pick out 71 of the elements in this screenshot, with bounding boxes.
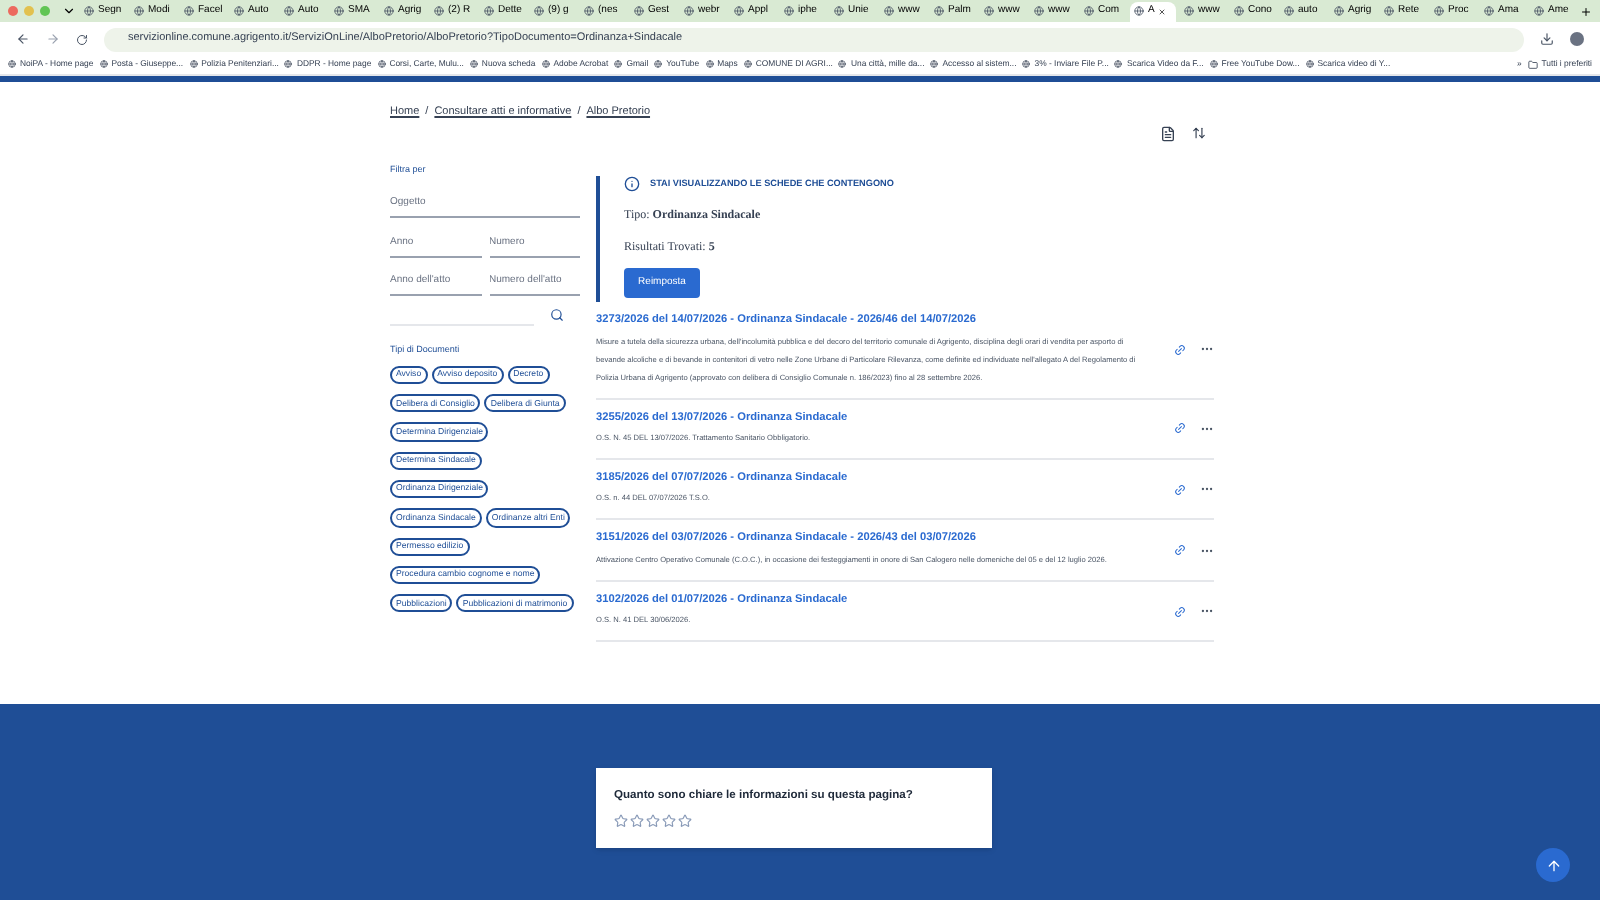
star-icon[interactable] [678, 813, 692, 828]
favicon-icon [484, 6, 494, 16]
favicon-icon [684, 6, 694, 16]
star-icon[interactable] [614, 813, 628, 828]
star-icon[interactable] [630, 813, 644, 828]
favicon-icon [1434, 6, 1444, 16]
favicon-icon [434, 6, 444, 16]
favicon-icon [734, 6, 744, 16]
link-icon[interactable] [1171, 341, 1189, 359]
favicon-icon [584, 6, 594, 16]
link-icon[interactable] [1171, 541, 1189, 559]
favicon-icon [234, 6, 244, 16]
search-icon[interactable] [550, 308, 564, 322]
favicon-icon [984, 6, 994, 16]
favicon-icon [541, 60, 550, 69]
favicon-icon [84, 6, 94, 16]
avatar-icon[interactable] [1570, 32, 1584, 46]
back-to-top-button[interactable] [1536, 848, 1570, 882]
favicon-icon [934, 6, 944, 16]
favicon-icon [743, 60, 752, 69]
favicon-icon [705, 60, 714, 69]
more-icon[interactable] [1200, 604, 1214, 618]
favicon-icon [284, 60, 293, 69]
favicon-icon [99, 60, 108, 69]
favicon-icon [377, 60, 386, 69]
arrow-up-icon [1545, 857, 1561, 873]
reload-icon[interactable] [76, 33, 88, 45]
favicon-icon [1022, 60, 1031, 69]
favicon-icon [838, 60, 847, 69]
favicon-icon [534, 6, 544, 16]
folder-icon [1527, 59, 1538, 70]
new-tab-icon[interactable] [1580, 5, 1592, 17]
favicon-icon [1184, 6, 1194, 16]
star-icon[interactable] [662, 813, 676, 828]
favicon-icon [1084, 6, 1094, 16]
favicon-icon [834, 6, 844, 16]
star-icon[interactable] [646, 813, 660, 828]
favicon-icon [1284, 6, 1294, 16]
tab-list-icon[interactable] [62, 4, 76, 18]
favicon-icon [8, 60, 16, 69]
link-icon[interactable] [1171, 420, 1189, 438]
favicon-icon [469, 60, 478, 69]
favicon-icon [384, 6, 394, 16]
favicon-icon [784, 6, 794, 16]
favicon-icon [1034, 6, 1044, 16]
favicon-icon [1305, 60, 1314, 69]
favicon-icon [884, 6, 894, 16]
favicon-icon [334, 6, 344, 16]
favicon-icon [1484, 6, 1494, 16]
favicon-icon [1209, 60, 1218, 69]
favicon-icon [1534, 6, 1544, 16]
document-icon[interactable] [1160, 126, 1176, 143]
favicon-icon [134, 6, 144, 16]
link-icon[interactable] [1171, 602, 1189, 620]
favicon-icon [654, 60, 663, 69]
favicon-icon [189, 60, 198, 69]
sort-icon[interactable] [1192, 126, 1206, 141]
favicon-icon [614, 60, 623, 69]
favicon-icon [184, 6, 194, 16]
favicon-icon [1334, 6, 1344, 16]
link-icon[interactable] [1171, 480, 1189, 498]
favicon-icon [1114, 60, 1123, 69]
back-icon[interactable] [16, 32, 30, 46]
favicon-icon [1384, 6, 1394, 16]
favicon-icon [930, 60, 939, 69]
favicon-icon [1234, 6, 1244, 16]
favicon-icon [1134, 6, 1144, 16]
download-icon[interactable] [1540, 32, 1554, 46]
favicon-icon [284, 6, 294, 16]
favicon-icon [634, 6, 644, 16]
info-icon [624, 176, 640, 193]
